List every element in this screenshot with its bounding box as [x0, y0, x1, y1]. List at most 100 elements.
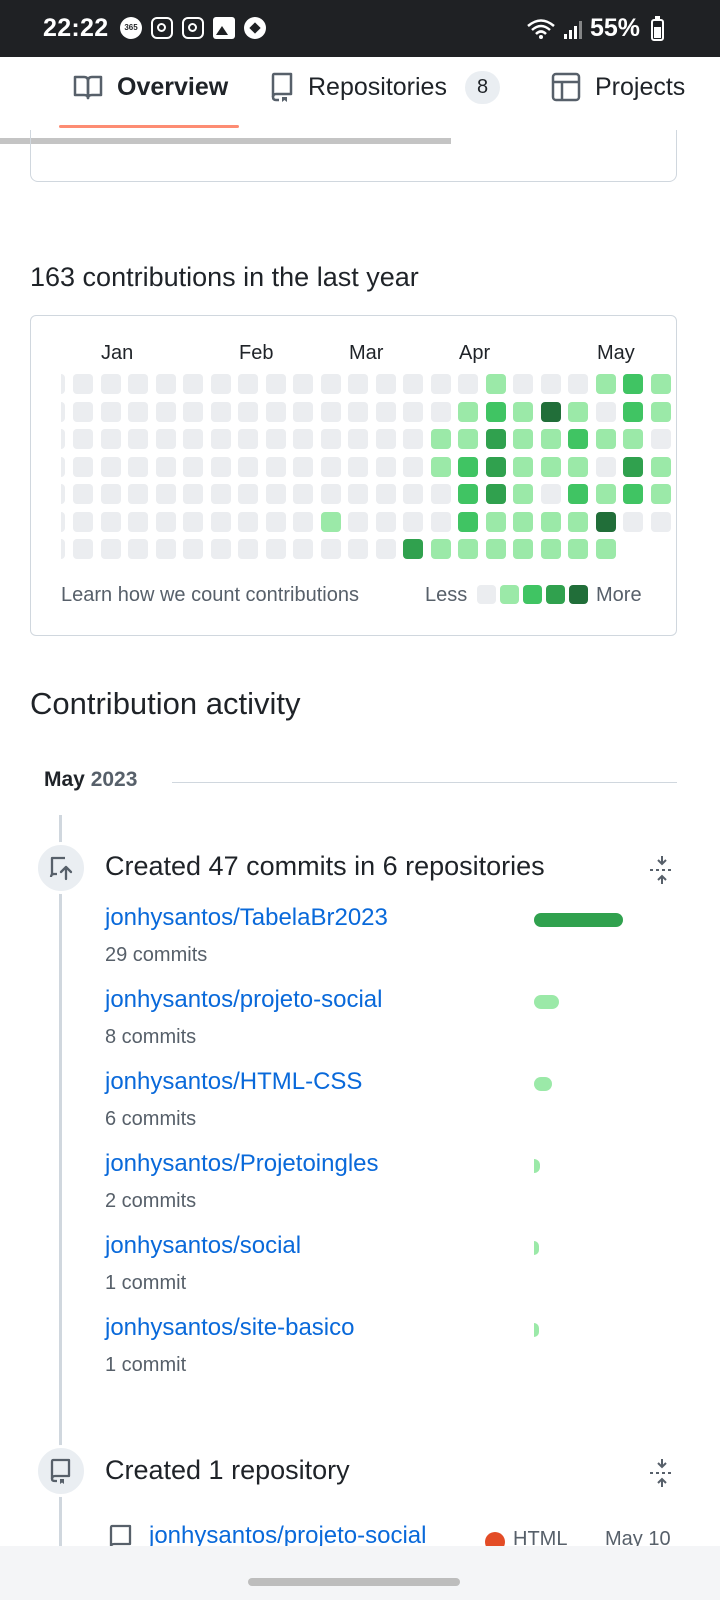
contribution-cell[interactable]	[568, 429, 588, 449]
contribution-cell[interactable]	[348, 456, 368, 477]
contribution-cell[interactable]	[100, 484, 121, 504]
contribution-cell[interactable]	[540, 484, 561, 504]
contribution-cell[interactable]	[238, 484, 258, 504]
fold-icon[interactable]	[648, 1458, 676, 1488]
contribution-cell[interactable]	[128, 484, 148, 504]
contribution-cell[interactable]	[73, 374, 93, 394]
contribution-cell[interactable]	[348, 484, 368, 504]
contribution-cell[interactable]	[210, 511, 231, 532]
contribution-cell[interactable]	[210, 539, 231, 559]
contribution-cell[interactable]	[293, 539, 313, 559]
contribution-cell[interactable]	[128, 429, 148, 449]
contribution-cell[interactable]	[595, 401, 616, 422]
contribution-cell[interactable]	[73, 429, 93, 449]
contribution-cell[interactable]	[265, 456, 286, 477]
contribution-cell[interactable]	[73, 401, 93, 422]
contribution-cell[interactable]	[595, 374, 616, 394]
contribution-cell[interactable]	[183, 456, 203, 477]
contribution-cell[interactable]	[650, 374, 671, 394]
contribution-cell[interactable]	[265, 511, 286, 532]
contribution-cell[interactable]	[238, 429, 258, 449]
contribution-cell[interactable]	[458, 429, 478, 449]
contribution-cell[interactable]	[485, 484, 506, 504]
contribution-cell[interactable]	[623, 374, 643, 394]
contribution-cell[interactable]	[320, 456, 341, 477]
contribution-cell[interactable]	[61, 484, 65, 504]
contribution-cell[interactable]	[348, 511, 368, 532]
contribution-cell[interactable]	[458, 539, 478, 559]
repo-commit-count[interactable]: 2 commits	[105, 1190, 665, 1213]
contribution-cell[interactable]	[293, 429, 313, 449]
contribution-cell[interactable]	[73, 484, 93, 504]
contribution-cell[interactable]	[100, 429, 121, 449]
contribution-cell[interactable]	[623, 511, 643, 532]
contribution-cell[interactable]	[375, 429, 396, 449]
contribution-cell[interactable]	[61, 539, 65, 559]
contribution-cell[interactable]	[238, 511, 258, 532]
contribution-cell[interactable]	[623, 401, 643, 422]
contribution-cell[interactable]	[458, 401, 478, 422]
contribution-cell[interactable]	[540, 539, 561, 559]
tab-projects[interactable]: Projects	[551, 57, 685, 117]
contribution-cell[interactable]	[265, 429, 286, 449]
contribution-cell[interactable]	[403, 401, 423, 422]
contribution-cell[interactable]	[348, 374, 368, 394]
contribution-cell[interactable]	[61, 401, 65, 422]
contribution-cell[interactable]	[128, 374, 148, 394]
contribution-cell[interactable]	[430, 456, 451, 477]
contribution-cell[interactable]	[61, 374, 65, 394]
contribution-cell[interactable]	[73, 456, 93, 477]
contribution-cell[interactable]	[485, 401, 506, 422]
contribution-cell[interactable]	[513, 374, 533, 394]
contribution-cell[interactable]	[513, 539, 533, 559]
contribution-cell[interactable]	[403, 539, 423, 559]
contribution-cell[interactable]	[375, 401, 396, 422]
contribution-cell[interactable]	[293, 484, 313, 504]
contribution-cell[interactable]	[265, 374, 286, 394]
contribution-cell[interactable]	[238, 401, 258, 422]
contribution-cell[interactable]	[73, 511, 93, 532]
repo-link[interactable]: jonhysantos/Projetoingles	[105, 1150, 665, 1178]
contribution-cell[interactable]	[155, 456, 176, 477]
contribution-cell[interactable]	[210, 456, 231, 477]
contribution-cell[interactable]	[430, 539, 451, 559]
contribution-cell[interactable]	[320, 484, 341, 504]
contribution-cell[interactable]	[595, 456, 616, 477]
tab-repositories[interactable]: Repositories 8	[270, 57, 501, 117]
tab-overview[interactable]: Overview	[73, 57, 228, 117]
contribution-cell[interactable]	[568, 374, 588, 394]
contribution-cell[interactable]	[650, 401, 671, 422]
contribution-cell[interactable]	[265, 401, 286, 422]
contribution-cell[interactable]	[540, 401, 561, 422]
contribution-cell[interactable]	[458, 511, 478, 532]
contribution-cell[interactable]	[238, 374, 258, 394]
contribution-cell[interactable]	[513, 484, 533, 504]
contribution-cell[interactable]	[73, 539, 93, 559]
learn-contributions-link[interactable]: Learn how we count contributions	[61, 584, 359, 607]
contribution-cell[interactable]	[458, 456, 478, 477]
repo-commit-count[interactable]: 29 commits	[105, 944, 665, 967]
contribution-cell[interactable]	[155, 401, 176, 422]
contribution-cell[interactable]	[183, 374, 203, 394]
repo-commit-count[interactable]: 1 commit	[105, 1272, 665, 1295]
contribution-cell[interactable]	[375, 539, 396, 559]
contribution-cell[interactable]	[540, 429, 561, 449]
contribution-cell[interactable]	[293, 456, 313, 477]
contribution-cell[interactable]	[485, 429, 506, 449]
repo-link[interactable]: jonhysantos/site-basico	[105, 1314, 665, 1342]
contribution-cell[interactable]	[183, 511, 203, 532]
contribution-cell[interactable]	[595, 511, 616, 532]
contribution-cell[interactable]	[293, 374, 313, 394]
contribution-cell[interactable]	[513, 429, 533, 449]
contribution-cell[interactable]	[540, 374, 561, 394]
contribution-cell[interactable]	[100, 374, 121, 394]
contribution-cell[interactable]	[458, 374, 478, 394]
contribution-cell[interactable]	[183, 429, 203, 449]
contribution-cell[interactable]	[595, 484, 616, 504]
contribution-cell[interactable]	[650, 511, 671, 532]
contribution-cell[interactable]	[293, 401, 313, 422]
contribution-cell[interactable]	[375, 456, 396, 477]
contribution-cell[interactable]	[568, 539, 588, 559]
contribution-cell[interactable]	[238, 539, 258, 559]
contribution-cell[interactable]	[485, 456, 506, 477]
